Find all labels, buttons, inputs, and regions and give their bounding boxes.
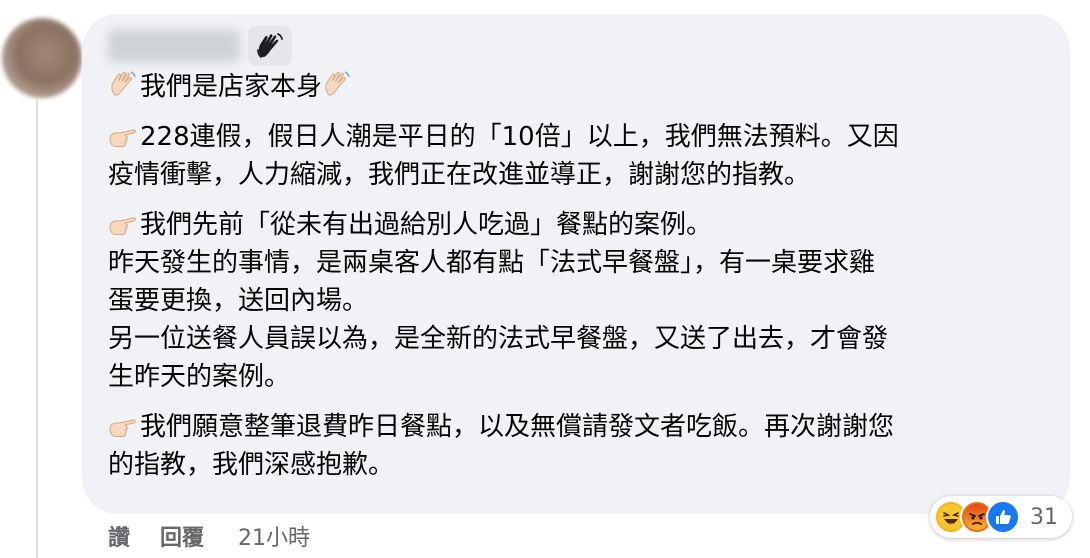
paragraph-line: 昨天發生的事情，是兩桌客人都有點「法式早餐盤」，有一桌要求雞 bbox=[108, 248, 876, 278]
page-badge[interactable] bbox=[248, 26, 292, 66]
paragraph-line: 疫情衝擊，人力縮減，我們正在改進並導正，謝謝您的指教。 bbox=[108, 160, 811, 190]
thread-line bbox=[36, 98, 38, 558]
timestamp[interactable]: 21小時 bbox=[238, 520, 310, 552]
comment-actions: 讚 回覆 21小時 bbox=[108, 516, 310, 556]
paragraph-line: 228連假，假日人潮是平日的「10倍」以上，我們無法預料。又因 bbox=[108, 118, 1048, 156]
paragraph-line: 蛋要更換，送回內場。 bbox=[108, 286, 369, 316]
pointing-hand-icon bbox=[109, 129, 136, 147]
reactions-summary[interactable]: 31 bbox=[930, 496, 1072, 538]
intro-line: 我們是店家本身 bbox=[108, 68, 1048, 106]
commenter-avatar[interactable] bbox=[2, 18, 82, 98]
pointing-hand-icon bbox=[109, 419, 136, 437]
paragraph-line: 我們先前「從未有出過給別人吃過」餐點的案例。 bbox=[108, 206, 1048, 244]
comment-body: 我們是店家本身 228連假，假日人潮是平日的「10倍」以上，我們無法預料。又因 … bbox=[108, 68, 1048, 484]
like-button[interactable]: 讚 bbox=[108, 520, 130, 552]
paragraph-line: 的指教，我們深感抱歉。 bbox=[108, 450, 395, 480]
reaction-count: 31 bbox=[1030, 504, 1058, 530]
waving-hand-icon bbox=[257, 33, 283, 58]
paragraph-line: 生昨天的案例。 bbox=[108, 362, 291, 392]
like-icon bbox=[986, 500, 1020, 534]
intro-text: 我們是店家本身 bbox=[140, 72, 323, 102]
paragraph-line: 另一位送餐人員誤以為，是全新的法式早餐盤，又送了出去，才會發 bbox=[108, 324, 889, 354]
waving-hand-emoji-icon bbox=[325, 71, 350, 96]
commenter-name-blurred[interactable] bbox=[108, 30, 240, 62]
pointing-hand-icon bbox=[109, 217, 136, 235]
paragraph-line: 我們願意整筆退費昨日餐點，以及無償請發文者吃飯。再次謝謝您 bbox=[108, 408, 1048, 446]
reply-button[interactable]: 回覆 bbox=[160, 520, 204, 552]
waving-hand-emoji-icon bbox=[111, 71, 136, 96]
